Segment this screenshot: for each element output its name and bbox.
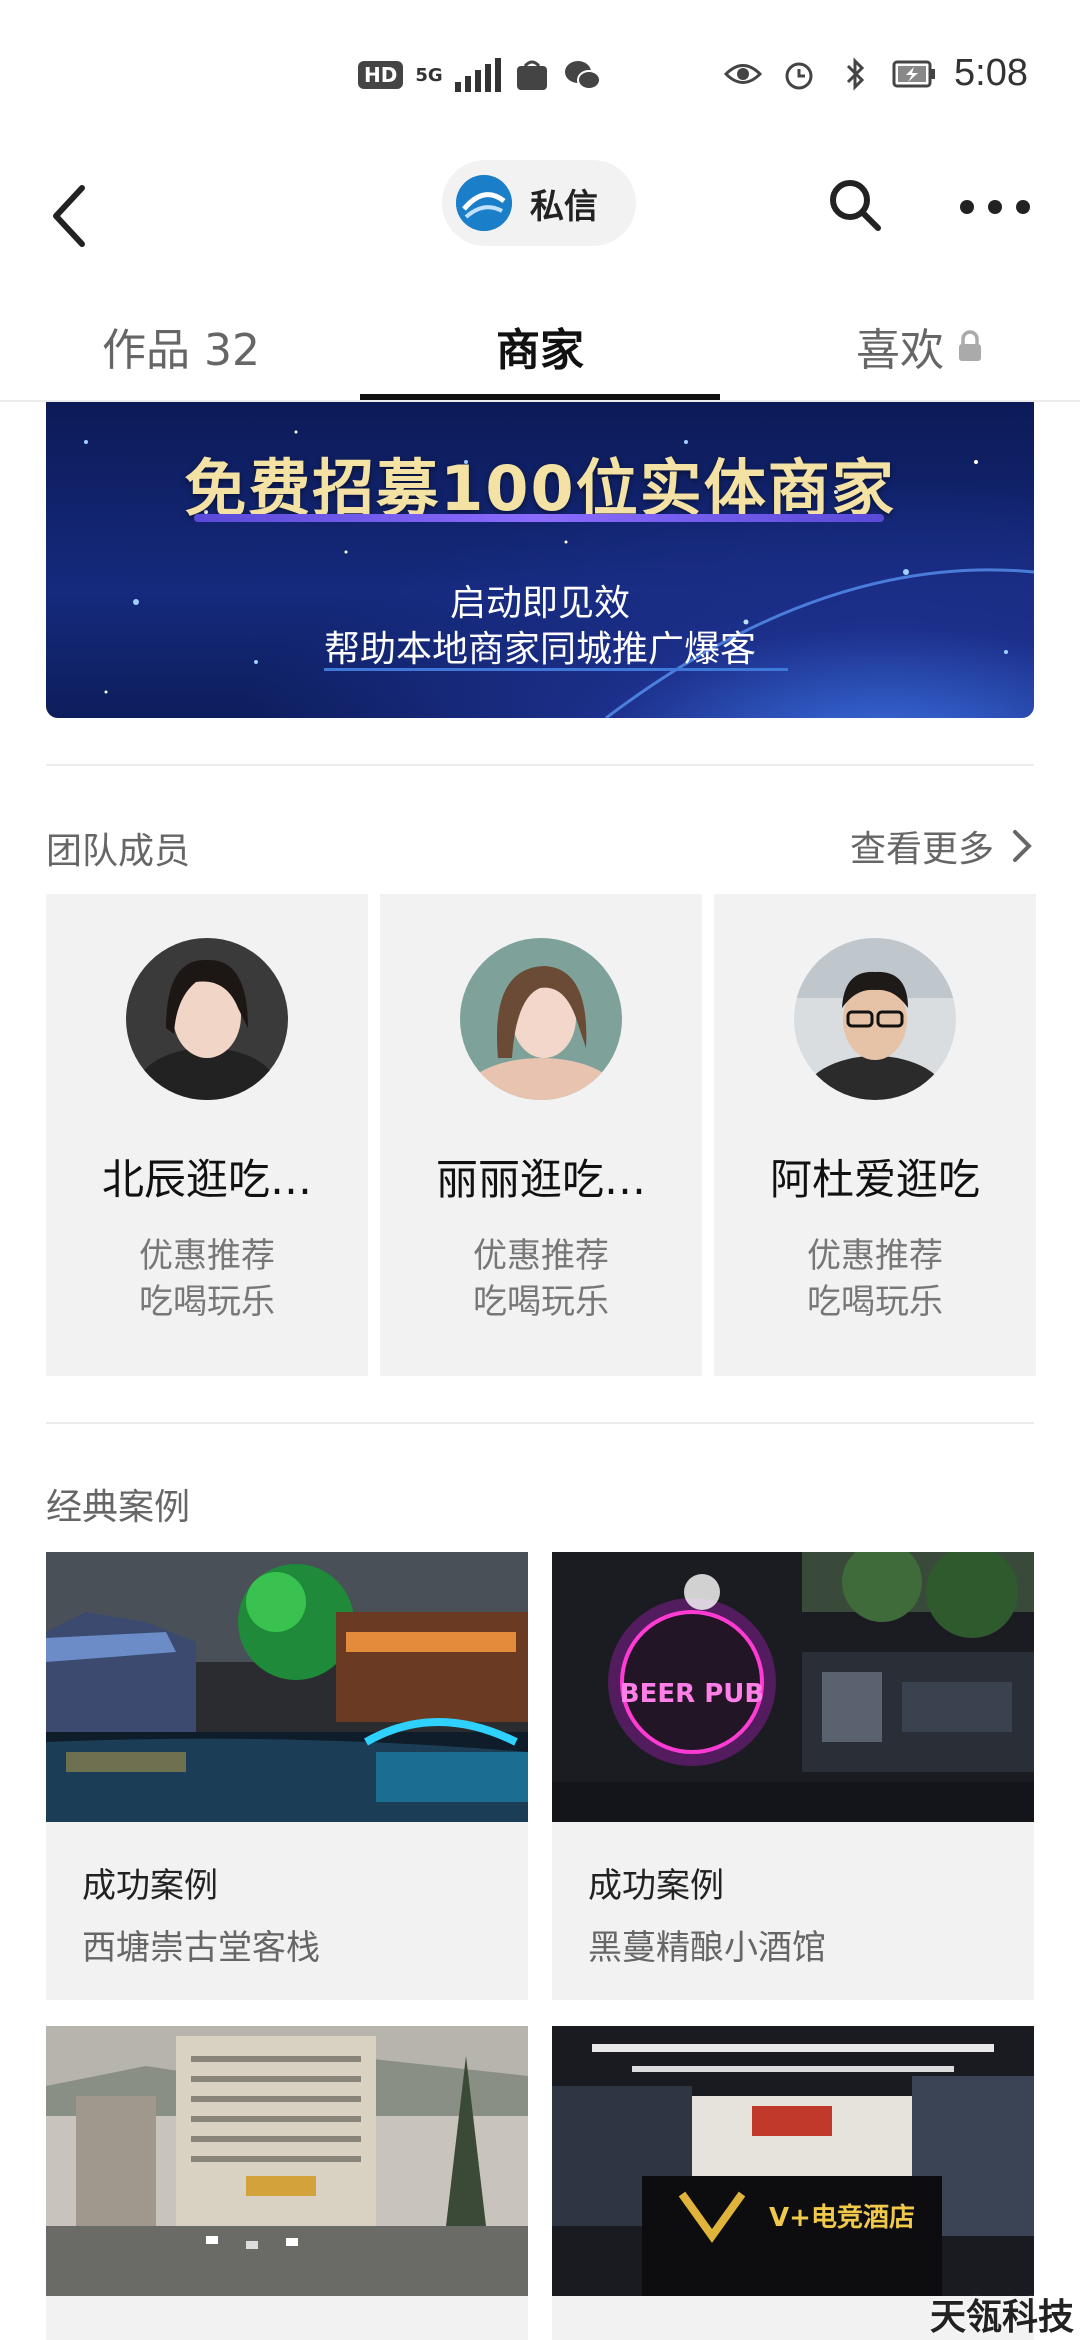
tab-merchant[interactable]: 商家 [496,314,584,378]
network-type: 5G [415,64,443,86]
status-right-icons: 5:08 [724,52,1028,95]
section-divider [46,1422,1034,1424]
cases-section-title: 经典案例 [46,1487,191,1528]
member-tag: 优惠推荐 [473,1236,609,1276]
member-name: 阿杜爱逛吃 [769,1155,980,1204]
back-arrow-icon[interactable] [46,176,106,256]
case-photo-esports-hotel: V+电竞酒店 [552,2026,1034,2296]
case-card[interactable]: 成功案例 西塘崇古堂客栈 [46,1552,528,2000]
message-label: 私信 [530,186,598,227]
case-card[interactable] [46,2026,528,2340]
esports-sign-text: V+电竞酒店 [769,2202,915,2233]
team-section-title: 团队成员 [46,831,191,872]
nav-bar: 私信 [0,150,1080,280]
clock: 5:08 [954,52,1028,94]
case-name: 黑蔓精酿小酒馆 [588,1928,826,1968]
member-card[interactable]: 阿杜爱逛吃 优惠推荐 吃喝玩乐 [714,894,1036,1376]
bluetooth-icon [846,56,865,91]
banner-subtitle-2: 帮助本地商家同城推广爆客 [323,629,756,670]
member-card[interactable]: 丽丽逛吃… 优惠推荐 吃喝玩乐 [380,894,702,1376]
more-icon[interactable] [960,200,1030,216]
member-tag: 吃喝玩乐 [473,1282,609,1322]
tab-likes[interactable]: 喜欢 [856,314,982,378]
lock-icon [959,330,981,361]
battery-icon [892,60,936,87]
message-button[interactable]: 私信 [442,160,636,246]
tab-works[interactable]: 作品 32 [102,314,260,378]
member-tag: 优惠推荐 [139,1236,275,1276]
member-name: 北辰逛吃… [101,1155,312,1204]
member-tag: 吃喝玩乐 [807,1282,943,1322]
alarm-icon [785,62,813,89]
case-label: 成功案例 [82,1866,218,1906]
search-icon[interactable] [826,176,884,234]
watermark: 天瓴科技 [929,2297,1074,2338]
case-name: 西塘崇古堂客栈 [82,1928,320,1968]
eye-icon [724,63,763,84]
member-tag: 吃喝玩乐 [139,1282,275,1322]
profile-tabs: 作品 32 商家 喜欢 [0,300,1080,402]
banner-subtitle-1: 启动即见效 [449,583,630,624]
see-more-link[interactable]: 查看更多 [850,820,1034,872]
case-photo-hotel-building [46,2026,528,2296]
promo-banner[interactable]: 免费招募100位实体商家 启动即见效 帮助本地商家同城推广爆客 [46,402,1034,718]
member-card[interactable]: 北辰逛吃… 优惠推荐 吃喝玩乐 [46,894,368,1376]
see-more-label: 查看更多 [849,829,994,870]
avatar [460,938,622,1100]
avatar [794,938,956,1100]
case-label: 成功案例 [588,1866,724,1906]
active-tab-indicator [360,394,720,400]
brand-logo-icon [456,175,512,231]
case-card[interactable]: BEER PUB 成功案例 黑蔓精酿小酒馆 [552,1552,1034,2000]
pub-sign-text: BEER PUB [620,1679,764,1709]
banner-underline [194,514,884,522]
case-photo-water-town [46,1552,528,1822]
avatar [126,938,288,1100]
chevron-right-icon [1013,830,1032,862]
status-left-icons: HD 5G [358,58,601,92]
member-name: 丽丽逛吃… [435,1155,646,1204]
tab-likes-label: 喜欢 [856,325,944,376]
banner-subtitle-underline [324,668,788,671]
case-photo-beer-pub: BEER PUB [552,1552,1034,1822]
store-icon [516,60,547,90]
member-tag: 优惠推荐 [807,1236,943,1276]
status-bar: HD 5G 5:08 [0,0,1080,150]
wechat-icon [564,61,601,90]
signal-icon [454,58,501,92]
section-divider [46,764,1034,766]
hd-icon: HD [358,61,404,89]
